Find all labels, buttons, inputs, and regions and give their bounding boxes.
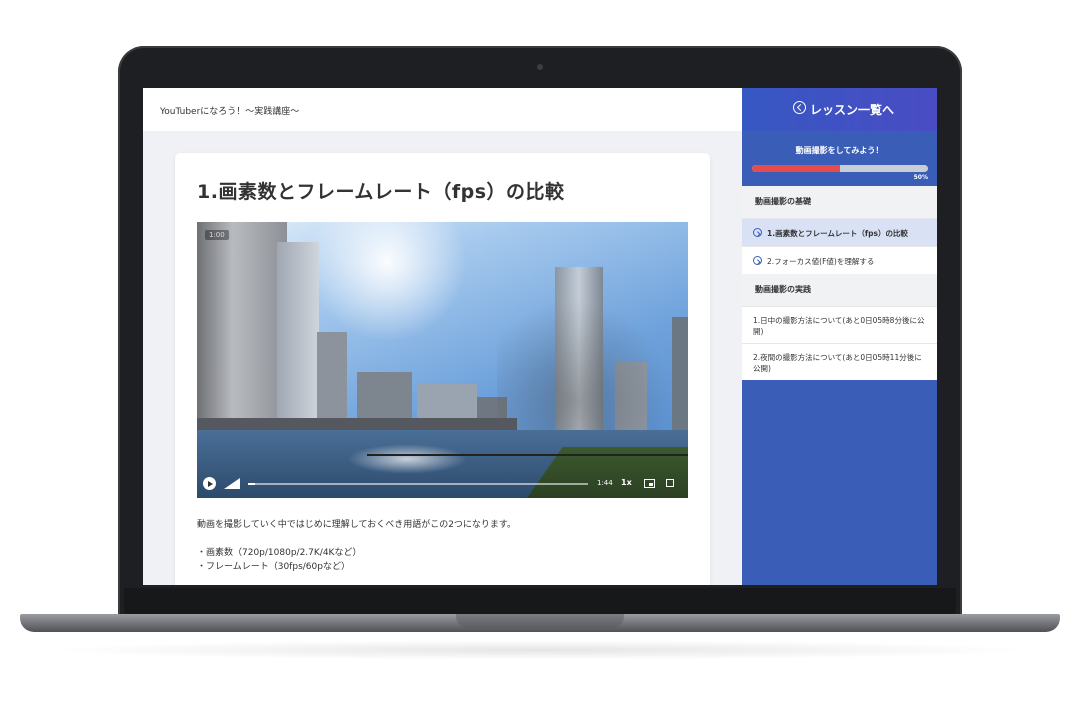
top-bar: YouTuberになろう！〜実践講座〜 bbox=[143, 88, 742, 131]
fullscreen-icon[interactable] bbox=[666, 479, 674, 487]
pip-icon[interactable] bbox=[644, 479, 655, 488]
course-progress-fill bbox=[752, 165, 840, 172]
lesson-list: 動画撮影の基礎 1.画素数とフレームレート（fps）の比較 2.フォーカス値(F… bbox=[742, 186, 937, 380]
course-progress-bar bbox=[752, 165, 928, 172]
main-pane: YouTuberになろう！〜実践講座〜 1.画素数とフレームレート（fps）の比… bbox=[143, 88, 742, 585]
webcam bbox=[537, 64, 543, 70]
back-to-lessons-label: レッスン一覧へ bbox=[810, 103, 895, 117]
lesson-card: 1.画素数とフレームレート（fps）の比較 1:00 1:44 1x 動画を撮影… bbox=[175, 153, 710, 585]
back-to-lessons-button[interactable]: レッスン一覧へ bbox=[742, 88, 937, 131]
section-heading: 動画撮影の基礎 bbox=[742, 186, 937, 218]
bullet-item: ・画素数（720p/1080p/2.7K/4Kなど） bbox=[197, 548, 362, 558]
playback-speed-button[interactable]: 1x bbox=[621, 478, 632, 487]
video-timecode: 1:00 bbox=[205, 230, 229, 240]
site-title[interactable]: YouTuberになろう！〜実践講座〜 bbox=[160, 104, 299, 117]
chevron-left-circle-icon bbox=[793, 101, 806, 114]
video-frame-trees bbox=[497, 282, 688, 452]
chevron-right-circle-icon bbox=[753, 228, 762, 237]
bullet-item: ・フレームレート（30fps/60pなど） bbox=[197, 562, 350, 572]
seek-bar[interactable] bbox=[248, 483, 588, 485]
video-frame-building bbox=[277, 242, 319, 442]
locked-lesson-item: 1.日中の撮影方法について(あと0日05時8分後に公開) bbox=[742, 306, 937, 343]
lesson-item[interactable]: 2.フォーカス値(F値)を理解する bbox=[742, 246, 937, 274]
video-frame-fence bbox=[367, 454, 688, 456]
lesson-bullets: ・画素数（720p/1080p/2.7K/4Kなど） ・フレームレート（30fp… bbox=[197, 546, 361, 574]
section-heading: 動画撮影の実践 bbox=[742, 274, 937, 306]
lesson-item-label: 1.画素数とフレームレート（fps）の比較 bbox=[767, 229, 908, 238]
lesson-item-active[interactable]: 1.画素数とフレームレート（fps）の比較 bbox=[742, 218, 937, 246]
lesson-sidebar: レッスン一覧へ 動画撮影をしてみよう！ 50% 動画撮影の基礎 1.画素数とフレ… bbox=[742, 88, 937, 585]
course-progress-label: 50% bbox=[913, 174, 928, 181]
laptop-screen: YouTuberになろう！〜実践講座〜 1.画素数とフレームレート（fps）の比… bbox=[143, 88, 937, 585]
lesson-title: 1.画素数とフレームレート（fps）の比較 bbox=[197, 181, 565, 203]
volume-icon[interactable] bbox=[224, 478, 240, 489]
lesson-description: 動画を撮影していく中ではじめに理解しておくべき用語がこの2つになります。 bbox=[197, 520, 517, 530]
video-player[interactable]: 1:00 1:44 1x bbox=[197, 222, 688, 498]
laptop-shadow bbox=[40, 640, 1040, 660]
video-duration: 1:44 bbox=[597, 479, 613, 487]
course-progress-box: 動画撮影をしてみよう！ 50% bbox=[742, 131, 937, 186]
course-name: 動画撮影をしてみよう！ bbox=[795, 146, 884, 155]
play-icon[interactable] bbox=[203, 477, 216, 490]
laptop-bezel-bottom bbox=[124, 588, 956, 614]
lesson-item-label: 2.フォーカス値(F値)を理解する bbox=[767, 257, 875, 266]
laptop-notch bbox=[456, 614, 624, 628]
video-controls: 1:44 1x bbox=[197, 470, 688, 498]
locked-lesson-item: 2.夜間の撮影方法について(あと0日05時11分後に公開) bbox=[742, 343, 937, 380]
seek-bar-fill bbox=[248, 483, 255, 485]
chevron-right-circle-icon bbox=[753, 256, 762, 265]
